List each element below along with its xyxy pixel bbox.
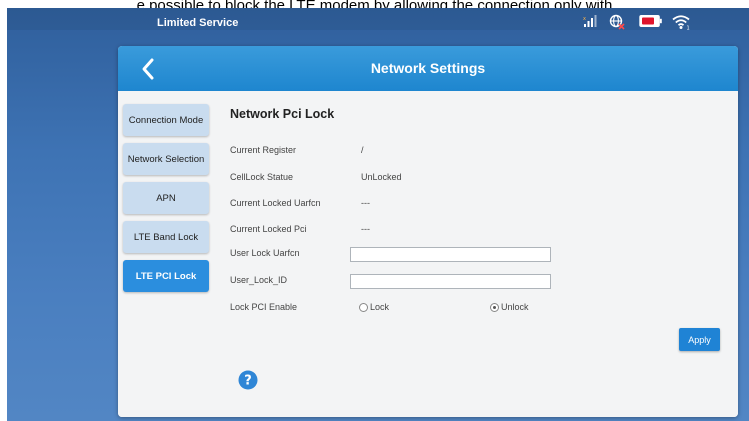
wifi-icon: 1 [672,15,690,31]
sidebar-item-label: Network Selection [127,153,205,165]
locked-uarfcn-value: --- [361,198,370,208]
panel-header: Network Settings [118,46,738,91]
question-icon[interactable]: ? [238,370,258,390]
lock-radio-label: Lock [370,302,390,312]
user-lock-uarfcn-input[interactable] [350,247,551,262]
sidebar-item-network-selection[interactable]: Network Selection [123,143,209,175]
lock-pci-enable-label: Lock PCI Enable [230,302,298,312]
panel-body: Connection Mode Network Selection APN LT… [118,91,738,417]
sidebar-item-lte-band-lock[interactable]: LTE Band Lock [123,221,209,253]
apply-button[interactable]: Apply [679,328,720,351]
signal-icon: x [583,15,597,27]
sidebar-item-apn[interactable]: APN [123,182,209,214]
sidebar-item-label: LTE Band Lock [133,231,199,243]
svg-text:1: 1 [687,26,690,31]
svg-text:x: x [583,16,586,22]
sidebar-item-connection-mode[interactable]: Connection Mode [123,104,209,136]
unlock-radio[interactable]: Unlock [490,302,529,312]
current-register-value: / [361,145,364,155]
celllock-status-value: UnLocked [361,172,402,182]
current-register-label: Current Register [230,145,297,155]
app-background: Limited Service x 1 Network Settings Con… [7,8,749,421]
sidebar-item-label: APN [156,192,176,204]
sidebar-item-lte-pci-lock[interactable]: LTE PCI Lock [123,260,209,292]
service-status: Limited Service [157,17,239,29]
locked-pci-value: --- [361,224,370,234]
network-settings-panel: Network Settings Connection Mode Network… [118,46,738,417]
sidebar-item-label: LTE PCI Lock [135,270,197,282]
locked-pci-label: Current Locked Pci [230,224,307,234]
section-title: Network Pci Lock [230,107,335,121]
globe-disconnected-icon [609,14,625,30]
unlock-radio-circle[interactable] [490,302,499,312]
svg-text:?: ? [244,374,252,389]
lock-radio-circle[interactable] [359,302,368,312]
sidebar: Connection Mode Network Selection APN LT… [118,91,220,417]
unlock-radio-label: Unlock [501,302,529,312]
lock-radio[interactable]: Lock [359,302,389,312]
pci-lock-content: Network Pci Lock Current Register / Cell… [220,91,738,417]
celllock-status-label: CellLock Statue [230,172,294,182]
page-title: Network Settings [370,60,486,76]
battery-icon [639,15,662,27]
sidebar-item-label: Connection Mode [128,114,204,126]
status-bar: Limited Service x 1 [7,8,749,30]
user-lock-id-label: User_Lock_ID [230,275,288,285]
user-lock-id-input[interactable] [350,274,551,289]
locked-uarfcn-label: Current Locked Uarfcn [230,198,321,208]
user-lock-uarfcn-label: User Lock Uarfcn [230,248,300,258]
